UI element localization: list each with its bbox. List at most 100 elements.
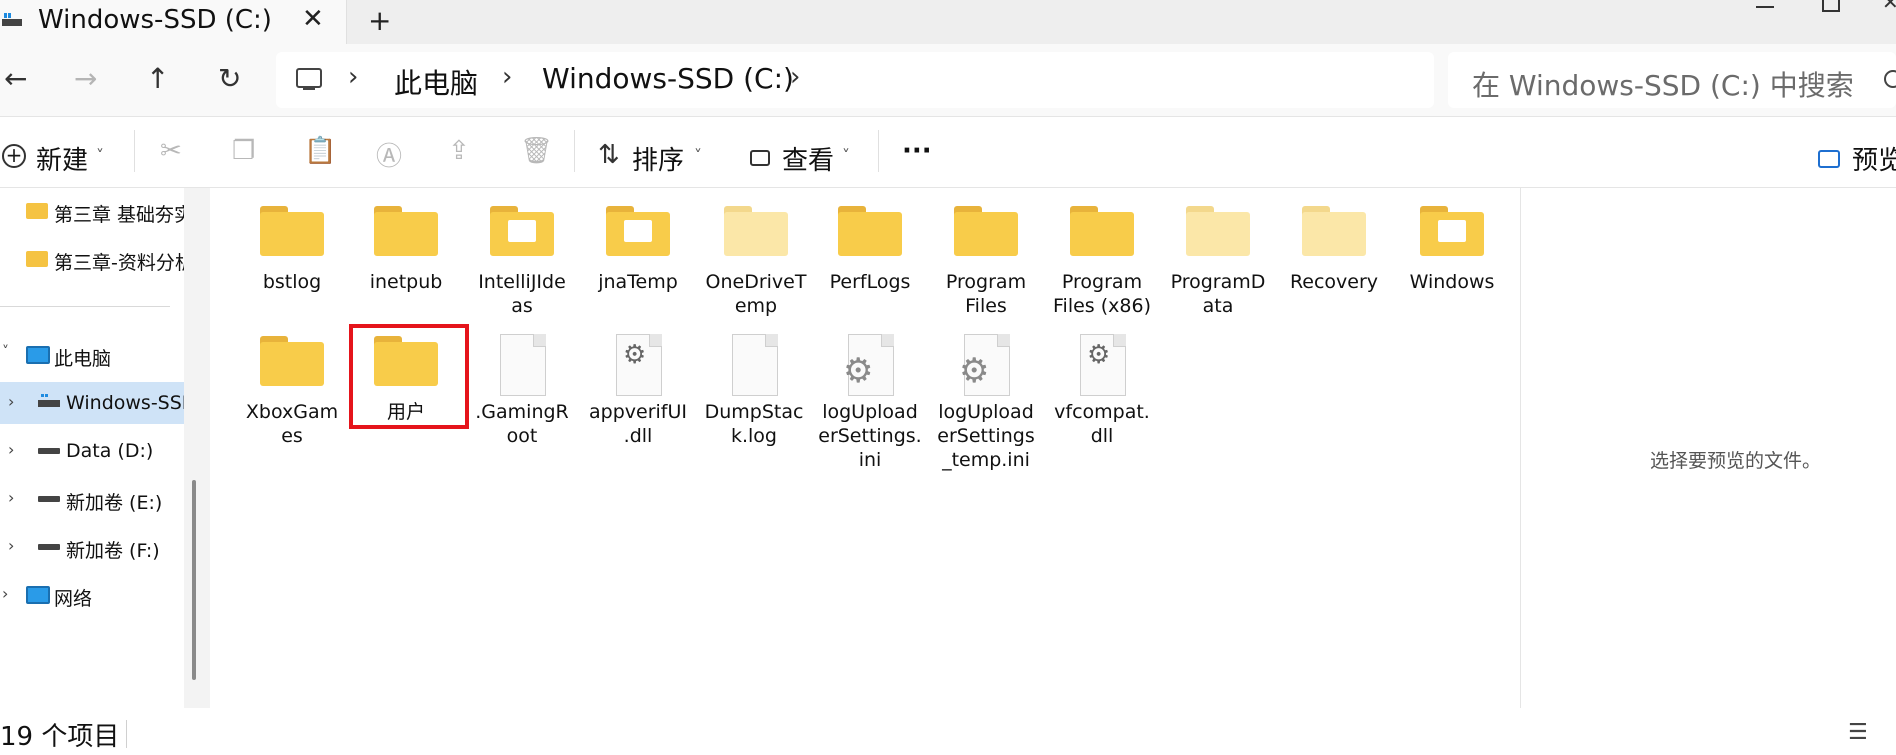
sidebar-item-drive-d[interactable]: Data (D:) bbox=[66, 440, 153, 462]
expand-chevron-icon[interactable]: › bbox=[8, 536, 14, 555]
computer-icon bbox=[296, 68, 322, 88]
up-icon[interactable]: ↑ bbox=[146, 62, 169, 95]
this-pc-icon bbox=[26, 346, 50, 364]
plus-circle-icon: + bbox=[2, 144, 26, 168]
share-icon[interactable]: ⇪ bbox=[448, 136, 470, 166]
expand-chevron-icon[interactable]: › bbox=[2, 584, 8, 603]
item-label: jnaTemp bbox=[598, 271, 678, 293]
tab-title: Windows-SSD (C:) bbox=[38, 5, 272, 35]
breadcrumb-chevron-icon[interactable]: › bbox=[790, 62, 800, 92]
breadcrumb-chevron-icon[interactable]: › bbox=[502, 62, 512, 92]
tab-close-icon[interactable]: ✕ bbox=[302, 4, 324, 34]
folder-icon bbox=[260, 336, 324, 388]
item-label: ProgramD ata bbox=[1170, 271, 1266, 317]
toolbar-separator bbox=[134, 130, 135, 172]
drive-icon bbox=[38, 393, 60, 407]
toolbar-separator bbox=[574, 130, 575, 172]
folder-icon bbox=[26, 251, 48, 267]
maximize-icon[interactable] bbox=[1822, 0, 1840, 12]
settings-file-icon: ⚙ bbox=[959, 334, 1010, 396]
view-button[interactable]: 查看 bbox=[782, 140, 834, 177]
sort-button[interactable]: 排序 bbox=[632, 140, 684, 177]
item-label: Program Files bbox=[945, 271, 1027, 317]
item-label: .GamingR oot bbox=[475, 401, 569, 447]
pane-splitter[interactable] bbox=[184, 188, 210, 708]
breadcrumb-drive-c[interactable]: Windows-SSD (C:) bbox=[542, 62, 794, 95]
sidebar-scrollbar[interactable] bbox=[192, 480, 196, 680]
delete-icon[interactable]: 🗑 bbox=[520, 136, 553, 166]
search-icon[interactable] bbox=[1884, 70, 1896, 88]
folder-icon bbox=[1302, 206, 1366, 258]
chevron-down-icon: ˅ bbox=[842, 146, 850, 165]
paste-icon[interactable]: 📋 bbox=[304, 136, 336, 166]
preview-button[interactable]: 预览 bbox=[1852, 140, 1896, 177]
status-divider bbox=[126, 720, 127, 748]
item-label: DumpStac k.log bbox=[704, 401, 804, 447]
minimize-icon[interactable] bbox=[1756, 6, 1774, 8]
item-label: logUpload erSettings _temp.ini bbox=[937, 401, 1035, 471]
more-button[interactable]: ··· bbox=[902, 136, 932, 166]
preview-empty-text: 选择要预览的文件。 bbox=[1650, 450, 1822, 472]
chevron-down-icon: ˅ bbox=[694, 146, 702, 165]
sidebar-item-quick-1[interactable]: 第三章 基础夯实 bbox=[54, 200, 184, 227]
status-bar bbox=[0, 712, 1896, 755]
item-label: XboxGam es bbox=[245, 401, 339, 447]
breadcrumb-chevron-icon[interactable]: › bbox=[348, 62, 358, 92]
settings-file-icon: ⚙ bbox=[843, 334, 894, 396]
forward-icon[interactable]: → bbox=[74, 62, 97, 95]
computer-icon-stand bbox=[303, 88, 315, 90]
folder-icon bbox=[1420, 206, 1484, 258]
back-icon[interactable]: ← bbox=[4, 62, 27, 95]
sidebar-item-drive-c[interactable]: Windows-SSD (C:) bbox=[66, 392, 184, 414]
sidebar-item-drive-e[interactable]: 新加卷 (E:) bbox=[66, 488, 162, 515]
expand-chevron-icon[interactable]: › bbox=[8, 488, 14, 507]
highlight-box bbox=[349, 324, 469, 429]
drive-icon bbox=[38, 496, 60, 502]
item-count: 19 个项目 bbox=[0, 722, 120, 752]
expand-chevron-icon[interactable]: › bbox=[8, 392, 14, 411]
sidebar-divider bbox=[0, 306, 170, 307]
sidebar-item-network[interactable]: 网络 bbox=[54, 584, 92, 611]
item-label: vfcompat. dll bbox=[1054, 401, 1150, 447]
item-label: OneDriveT emp bbox=[705, 271, 807, 317]
preview-pane-border bbox=[1520, 188, 1521, 708]
item-label: appverifUI .dll bbox=[589, 401, 687, 447]
search-placeholder: 在 Windows-SSD (C:) 中搜索 bbox=[1472, 69, 1854, 102]
item-label: Program Files (x86) bbox=[1053, 271, 1151, 317]
expand-chevron-icon[interactable]: › bbox=[8, 440, 14, 459]
folder-icon bbox=[1186, 206, 1250, 258]
item-label: Windows bbox=[1409, 271, 1495, 293]
refresh-icon[interactable]: ↻ bbox=[218, 62, 241, 95]
toolbar-separator bbox=[878, 130, 879, 172]
expand-chevron-icon[interactable]: ˅ bbox=[2, 344, 9, 360]
sidebar-item-this-pc[interactable]: 此电脑 bbox=[54, 344, 111, 371]
folder-icon bbox=[724, 206, 788, 258]
copy-icon[interactable]: ❐ bbox=[232, 136, 255, 166]
folder-icon bbox=[260, 206, 324, 258]
preview-pane-icon bbox=[1818, 150, 1840, 168]
folder-icon bbox=[374, 206, 438, 258]
window-close-icon[interactable]: ✕ bbox=[1882, 0, 1896, 14]
item-label: logUpload erSettings. ini bbox=[818, 401, 922, 471]
network-icon bbox=[26, 586, 50, 604]
new-tab-button[interactable]: + bbox=[368, 4, 391, 37]
folder-icon bbox=[26, 203, 48, 219]
breadcrumb-this-pc[interactable]: 此电脑 bbox=[394, 62, 478, 102]
folder-icon bbox=[838, 206, 902, 258]
item-label: bstlog bbox=[262, 271, 322, 293]
cut-icon[interactable]: ✂ bbox=[160, 136, 182, 166]
view-icon bbox=[750, 150, 770, 166]
sidebar-item-quick-2[interactable]: 第三章-资料分析 bbox=[54, 248, 184, 275]
command-bar bbox=[0, 117, 1896, 188]
file-icon bbox=[732, 334, 778, 396]
drive-icon bbox=[38, 448, 60, 454]
rename-icon[interactable]: Ⓐ bbox=[376, 136, 402, 173]
dll-file-icon: ⚙ bbox=[616, 334, 662, 396]
item-label: inetpub bbox=[369, 271, 443, 293]
sidebar-item-drive-f[interactable]: 新加卷 (F:) bbox=[66, 536, 160, 563]
folder-icon bbox=[490, 206, 554, 258]
sort-icon: ⇅ bbox=[598, 140, 620, 170]
item-label: PerfLogs bbox=[829, 271, 911, 293]
details-view-icon[interactable]: ☰ bbox=[1848, 720, 1868, 745]
new-button[interactable]: 新建 bbox=[36, 140, 88, 177]
